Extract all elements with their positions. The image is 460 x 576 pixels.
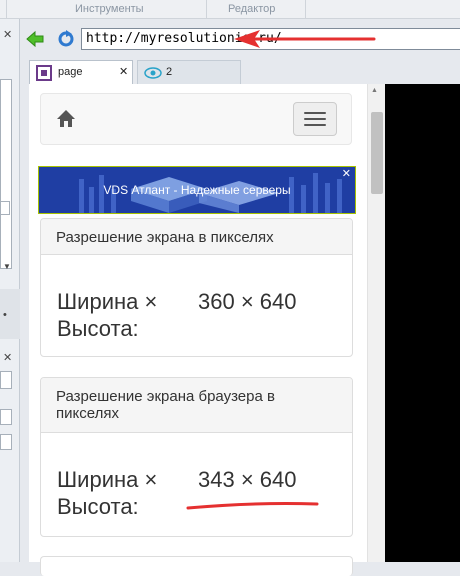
scroll-grip-icon[interactable] <box>0 201 10 215</box>
left-panel-input[interactable] <box>0 434 12 450</box>
dimension-label-width: Ширина × <box>57 289 158 314</box>
panel-title: Разрешение экрана в пикселях <box>41 219 352 255</box>
screen-resolution-panel: Разрешение экрана в пикселях Ширина × Вы… <box>40 218 353 357</box>
tab-label: 2 <box>166 66 173 78</box>
ribbon-separator <box>206 0 207 18</box>
left-panel-input[interactable] <box>0 371 12 389</box>
left-dock-panel: ✕ ▼ • ✕ <box>0 19 20 562</box>
menu-bar <box>304 112 326 114</box>
dimension-label-height: Высота: <box>57 494 139 519</box>
panel-title: Разрешение экрана браузера в пикселях <box>41 378 352 433</box>
dark-side-area <box>385 84 460 562</box>
back-arrow-icon[interactable] <box>26 30 44 48</box>
annotation-arrow <box>234 30 376 48</box>
ribbon-separator <box>6 0 7 18</box>
annotation-underline <box>186 502 319 510</box>
scrollbar-thumb[interactable] <box>371 112 383 194</box>
ribbon-tab-tools[interactable]: Инструменты <box>75 3 144 15</box>
browser-resolution-panel: Разрешение экрана браузера в пикселях Ши… <box>40 377 353 537</box>
dot-icon: • <box>3 309 7 321</box>
next-panel <box>40 556 353 576</box>
panel-title-line: Разрешение экрана браузера в <box>56 388 275 405</box>
tab-label: page <box>58 66 83 78</box>
hamburger-menu-button[interactable] <box>293 102 337 136</box>
scroll-up-icon[interactable]: ▲ <box>371 87 378 94</box>
eye-icon <box>144 67 162 79</box>
scroll-down-icon[interactable]: ▼ <box>3 262 11 271</box>
screen-resolution-value: 360 × 640 <box>198 289 297 314</box>
page-icon <box>36 65 52 81</box>
ad-banner[interactable]: VDS Атлант - Надежные серверы ✕ <box>38 166 356 214</box>
home-icon[interactable] <box>56 109 76 129</box>
browser-resolution-value: 343 × 640 <box>198 467 297 492</box>
ad-text[interactable]: VDS Атлант - Надежные серверы <box>39 183 355 197</box>
left-panel-input[interactable] <box>0 409 12 425</box>
ribbon-separator <box>305 0 306 18</box>
left-panel-list[interactable] <box>0 79 12 269</box>
dimension-label-height: Высота: <box>57 316 139 341</box>
close-icon[interactable]: ✕ <box>3 28 12 41</box>
ribbon-group-labels: Инструменты Редактор <box>0 0 460 19</box>
panel-title-line: пикселях <box>56 405 119 422</box>
tab-page[interactable]: page ✕ <box>29 60 133 84</box>
tab-2[interactable]: 2 <box>137 60 241 84</box>
menu-bar <box>304 124 326 126</box>
dimension-label-width: Ширина × <box>57 467 158 492</box>
menu-bar <box>304 118 326 120</box>
close-icon[interactable]: ✕ <box>3 351 12 364</box>
refresh-icon[interactable] <box>57 30 75 48</box>
ribbon-tab-editor[interactable]: Редактор <box>228 3 275 15</box>
close-icon[interactable]: ✕ <box>342 167 351 180</box>
close-icon[interactable]: ✕ <box>119 65 128 78</box>
vertical-scrollbar[interactable]: ▲ <box>367 84 385 562</box>
